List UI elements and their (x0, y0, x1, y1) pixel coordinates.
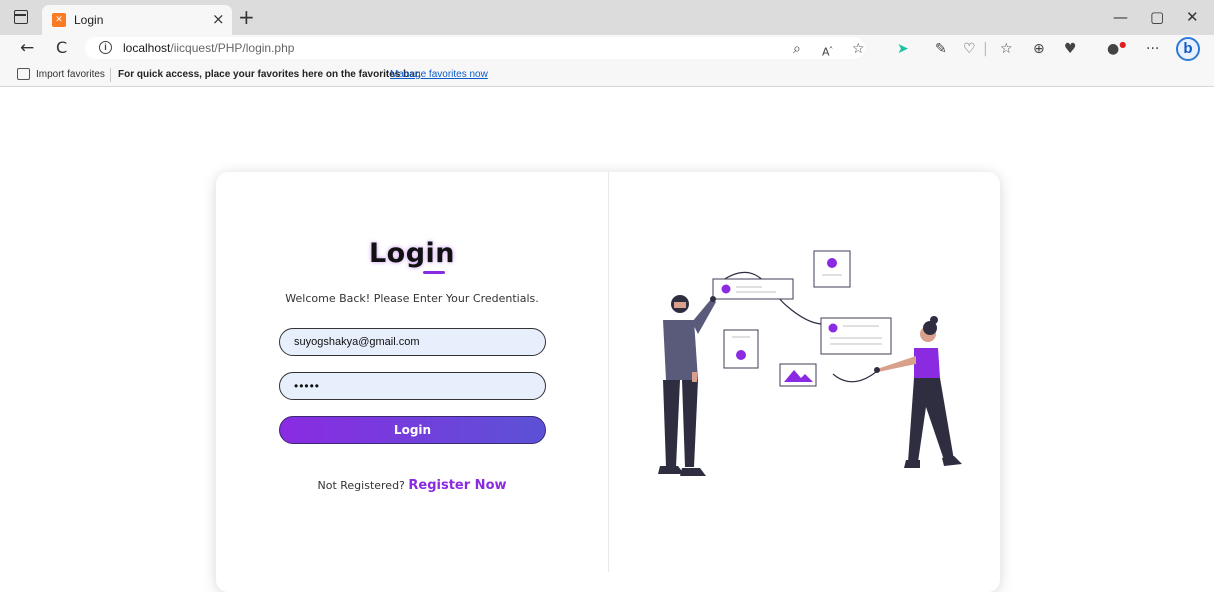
manage-favorites-link[interactable]: Manage favorites now (390, 69, 488, 80)
register-prompt: Not Registered? (317, 479, 405, 492)
url-host: localhost (123, 41, 171, 55)
register-link[interactable]: Register Now (408, 478, 506, 493)
more-icon[interactable]: ··· (1146, 41, 1159, 57)
profile-icon[interactable]: ●● (1107, 40, 1126, 59)
bing-icon[interactable]: b (1176, 37, 1200, 61)
reload-button[interactable]: C (56, 38, 67, 57)
import-favorites-icon[interactable] (17, 68, 30, 80)
extension-icon[interactable]: ➤ (897, 41, 909, 57)
tab-title: Login (74, 13, 104, 27)
favorites-list-icon[interactable]: ☆ (1000, 41, 1013, 57)
performance-icon[interactable]: ♡ (963, 41, 976, 57)
draw-icon[interactable]: ✎ (935, 41, 947, 57)
tab-actions-icon[interactable] (14, 10, 28, 24)
back-button[interactable]: ← (20, 38, 34, 58)
xampp-favicon-icon: ✕ (52, 13, 66, 27)
login-button[interactable]: Login (279, 416, 546, 444)
site-info-icon[interactable]: i (99, 41, 112, 54)
favorites-separator (110, 68, 111, 82)
tab-login[interactable]: ✕ Login × (42, 5, 232, 35)
collections-icon[interactable]: ⊕ (1033, 41, 1045, 57)
people-collaborating-illustration (658, 250, 962, 476)
address-bar: ← C i localhost/iicquest/PHP/login.php ⌕… (0, 35, 1214, 63)
favorites-bar-message: For quick access, place your favorites h… (118, 69, 421, 80)
favorites-bar: Import favorites For quick access, place… (0, 63, 1214, 87)
read-aloud-icon[interactable]: ⌕ (793, 41, 801, 57)
new-tab-button[interactable]: + (238, 5, 255, 29)
close-window-button[interactable]: ✕ (1186, 8, 1199, 26)
password-field[interactable] (279, 372, 546, 400)
password-input[interactable] (294, 373, 534, 399)
restore-button[interactable]: ▢ (1150, 8, 1164, 26)
browser-essentials-icon[interactable]: ♥ (1064, 41, 1077, 57)
url-path: /iicquest/PHP/login.php (170, 41, 295, 55)
welcome-text: Welcome Back! Please Enter Your Credenti… (285, 292, 539, 305)
immersive-reader-icon[interactable]: Aᴬ (822, 41, 833, 61)
tab-bar: ✕ Login × + — ▢ ✕ (0, 0, 1214, 35)
url-text[interactable]: localhost/iicquest/PHP/login.php (123, 41, 294, 55)
email-input[interactable] (294, 329, 534, 355)
title-underline (423, 271, 445, 274)
page-title: Login (368, 238, 456, 269)
favorite-star-icon[interactable]: ☆ (852, 41, 865, 57)
email-field[interactable] (279, 328, 546, 356)
page-content: Login Welcome Back! Please Enter Your Cr… (0, 88, 1214, 592)
import-favorites-button[interactable]: Import favorites (36, 69, 105, 80)
login-card: Login Welcome Back! Please Enter Your Cr… (216, 172, 1000, 592)
tab-close-icon[interactable]: × (212, 10, 225, 28)
url-field[interactable]: i localhost/iicquest/PHP/login.php (85, 37, 865, 59)
minimize-button[interactable]: — (1113, 8, 1128, 26)
toolbar-separator: | (983, 41, 988, 57)
register-row: Not Registered? Register Now (216, 478, 608, 493)
